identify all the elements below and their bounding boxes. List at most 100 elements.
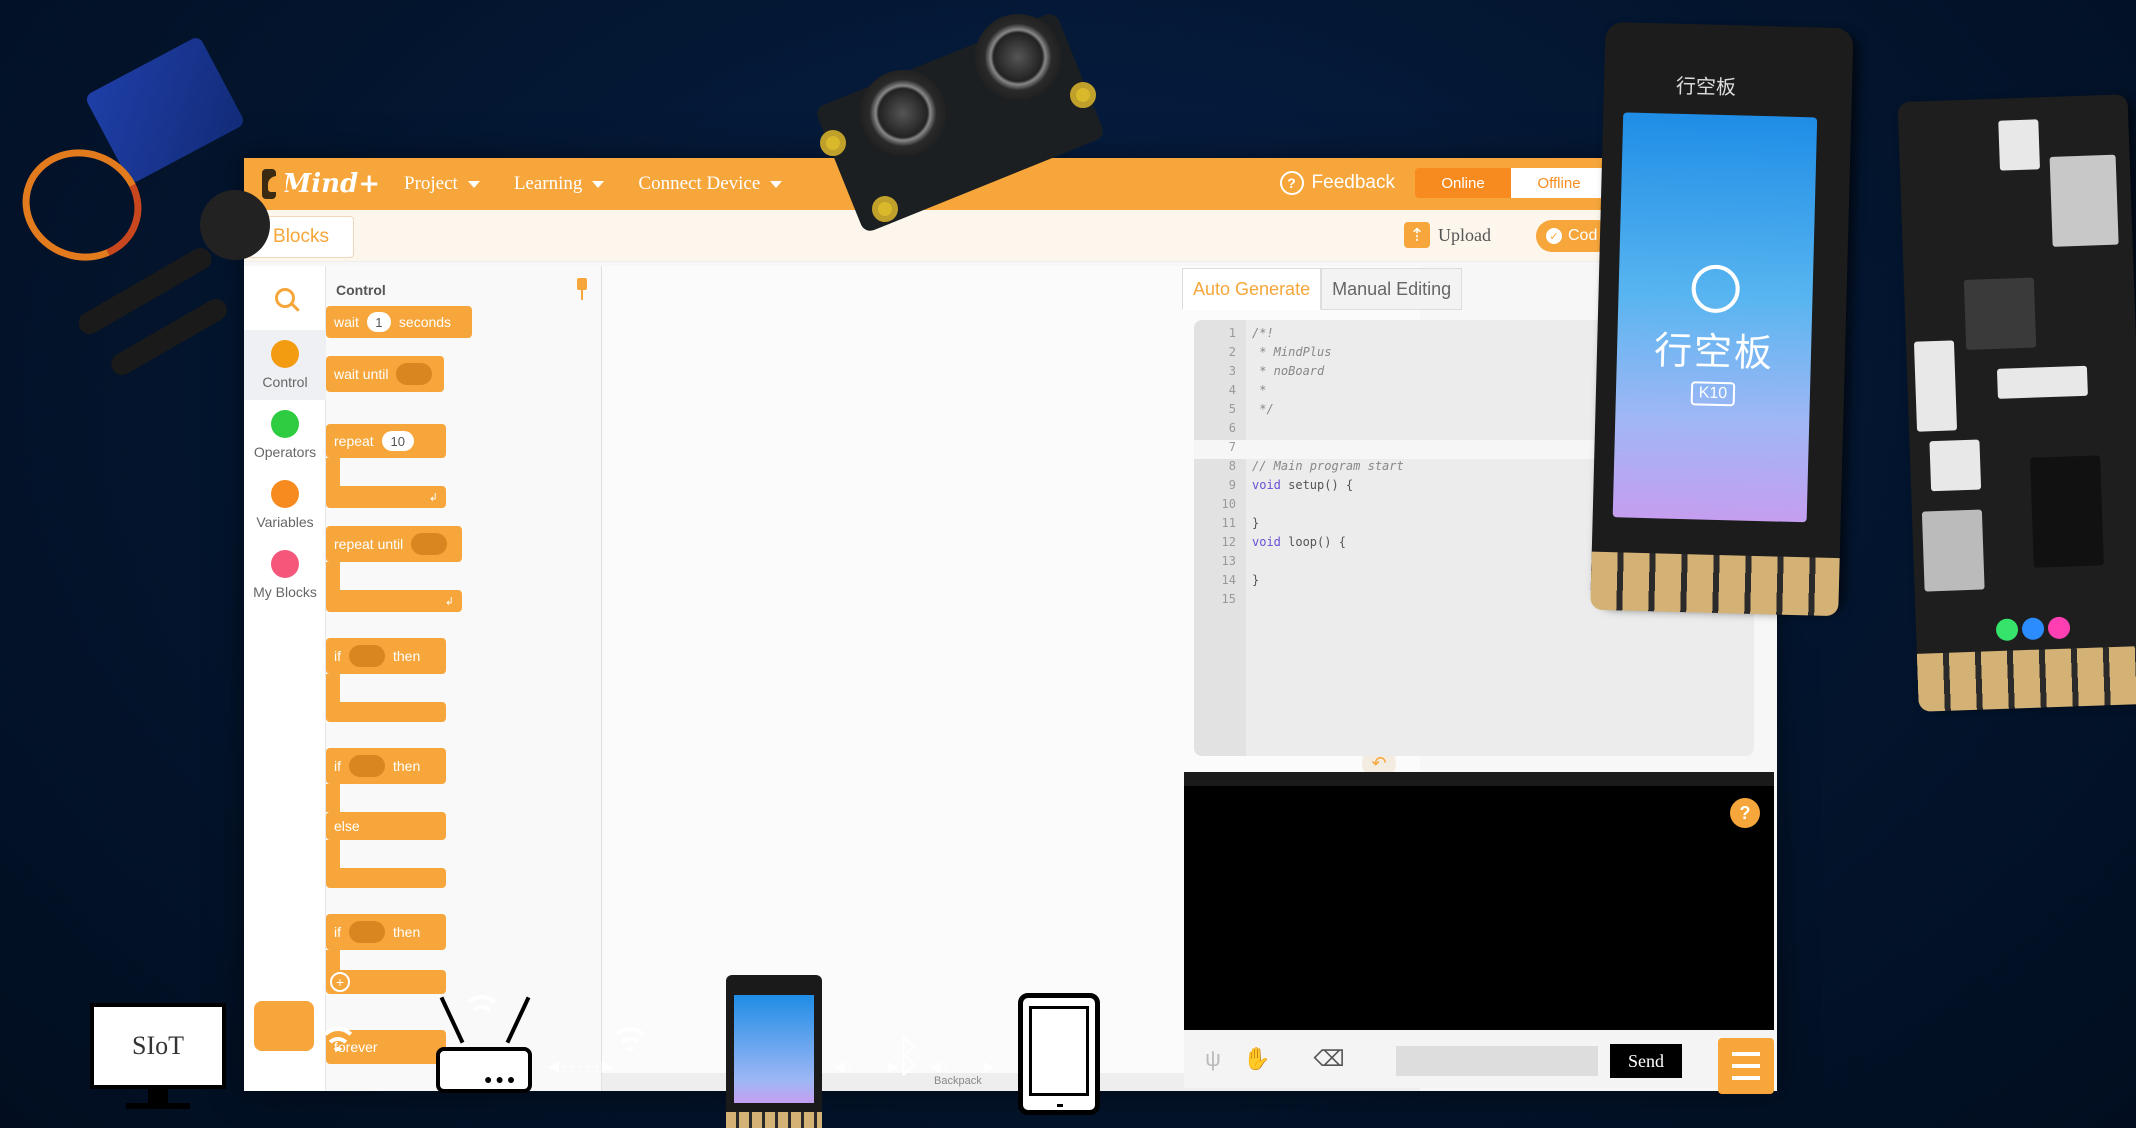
grove-connector [1929,439,1982,492]
router-lights: ●●● [484,1071,519,1087]
block-text: then [393,758,421,774]
category-operators[interactable]: Operators [244,400,326,470]
block-wait-until[interactable]: wait until [326,356,444,392]
block-text: if [334,648,341,664]
block-arm [326,458,340,486]
device-screen [734,995,814,1103]
connection-arrow: ◂·····▸ [930,1053,996,1078]
block-arm [326,840,340,868]
code-text: * MindPlus [1252,345,1332,359]
menu-learning-label: Learning [513,173,583,194]
block-text: repeat [334,433,374,449]
feedback-button[interactable]: ? Feedback [1279,171,1395,195]
mount-hole [872,196,898,222]
block-text: if [334,924,341,940]
logo-text: Mind+ [282,169,380,199]
block-arm [326,784,340,812]
upload-label: Upload [1438,224,1491,245]
block-input[interactable]: 1 [366,312,391,332]
code-toggle-label: Cod [1568,227,1598,244]
block-foot: ↲ [326,486,446,508]
line-number: 1 [1228,326,1236,340]
line-number: 5 [1228,402,1236,416]
category-my-blocks[interactable]: My Blocks [244,540,326,610]
tab-manual-editing[interactable]: Manual Editing [1321,268,1463,310]
block-input[interactable]: 10 [381,431,414,451]
block-else-section: else [326,812,446,840]
code-text: } [1252,573,1260,587]
tab-auto-generate[interactable]: Auto Generate [1182,268,1322,310]
usb-port [1998,119,2040,171]
connection-arrow: ◂·····▸ [256,1053,322,1078]
question-icon: ? [1279,171,1304,195]
category-variables[interactable]: Variables [244,470,326,540]
help-icon[interactable]: ? [1730,798,1760,828]
connection-arrow: ◂·····▸ [548,1053,614,1078]
block-if-else[interactable]: if then [326,748,446,784]
edge-connector [1590,551,1840,617]
code-text: void setup() { [1252,478,1354,492]
code-text: /*! [1252,326,1274,340]
wifi-module [2049,154,2119,247]
block-text: repeat until [334,536,404,552]
block-condition-slot [396,363,433,385]
connection-arrow: ◂·····▸ [834,1053,900,1078]
code-text: // Main program start [1252,459,1404,473]
check-icon: ✓ [1546,228,1562,244]
block-text: then [393,648,421,664]
menu-connect-device-label: Connect Device [638,173,761,194]
sonar-transducer [975,14,1061,100]
k10-brand-label: 行空板 [1675,75,1737,100]
top-right-controls: ? Feedback Online Offline [1279,168,1607,198]
line-number: 15 [1221,592,1236,606]
block-text: seconds [398,314,452,330]
chevron-down-icon [770,180,783,188]
menu-connect-device[interactable]: Connect Device [638,173,783,195]
processor-chip [1963,277,2037,350]
menu-project[interactable]: Project [404,173,480,195]
menu-learning[interactable]: Learning [514,173,605,195]
block-palette: Control wait 1 seconds wait until repeat… [326,266,602,1091]
siot-monitor-icon: SIoT [90,1003,226,1089]
block-repeat-until[interactable]: repeat until [326,526,462,562]
pin-icon[interactable] [575,278,589,300]
code-text: * noBoard [1252,364,1325,378]
monitor-stand [148,1089,168,1103]
mode-offline-button[interactable]: Offline [1511,168,1607,198]
code-tabs: Auto Generate Manual Editing [1182,268,1463,310]
bluetooth-icon: ᛒ [895,1031,922,1082]
loop-arrow-icon: ↲ [428,492,438,504]
block-if-then-extensible[interactable]: if then [326,914,446,950]
code-text: void loop() { [1252,535,1346,549]
block-wait-seconds[interactable]: wait 1 seconds [326,306,472,338]
category-label: Variables [256,514,314,530]
router-antenna [439,996,465,1044]
k10-board-image: 行空板 行空板 K10 [1590,21,1854,617]
block-arm [326,562,340,590]
line-number: 6 [1228,421,1236,435]
mount-hole [1070,82,1096,108]
k10-device-icon [726,975,822,1128]
router-icon: ●●● [436,1047,532,1093]
line-number: 7 [1228,440,1236,454]
mode-online-button[interactable]: Online [1415,168,1511,198]
block-text: then [393,924,421,940]
rgb-led-pink [2047,616,2071,640]
upload-button[interactable]: ⇡ Upload [1404,222,1491,248]
block-if-then[interactable]: if then [326,638,446,674]
line-number: 12 [1221,535,1236,549]
feedback-label: Feedback [1311,172,1395,193]
block-foot: ↲ [326,590,462,612]
block-text: wait [334,314,359,330]
router-antenna [505,996,531,1044]
block-repeat[interactable]: repeat 10 [326,424,446,458]
chevron-down-icon [467,180,480,188]
connection-diagram: SIoT ◂·····▸ ●●● ◂·····▸ ◂·····▸ ᛒ ◂····… [0,975,2136,1128]
block-condition-slot [411,533,448,555]
ribbon-connector [1996,365,2088,399]
tablet-icon [1018,993,1100,1115]
block-arm [326,674,340,702]
block-condition-slot [349,921,385,943]
category-dot-icon [271,410,299,438]
monitor-base [126,1103,190,1109]
